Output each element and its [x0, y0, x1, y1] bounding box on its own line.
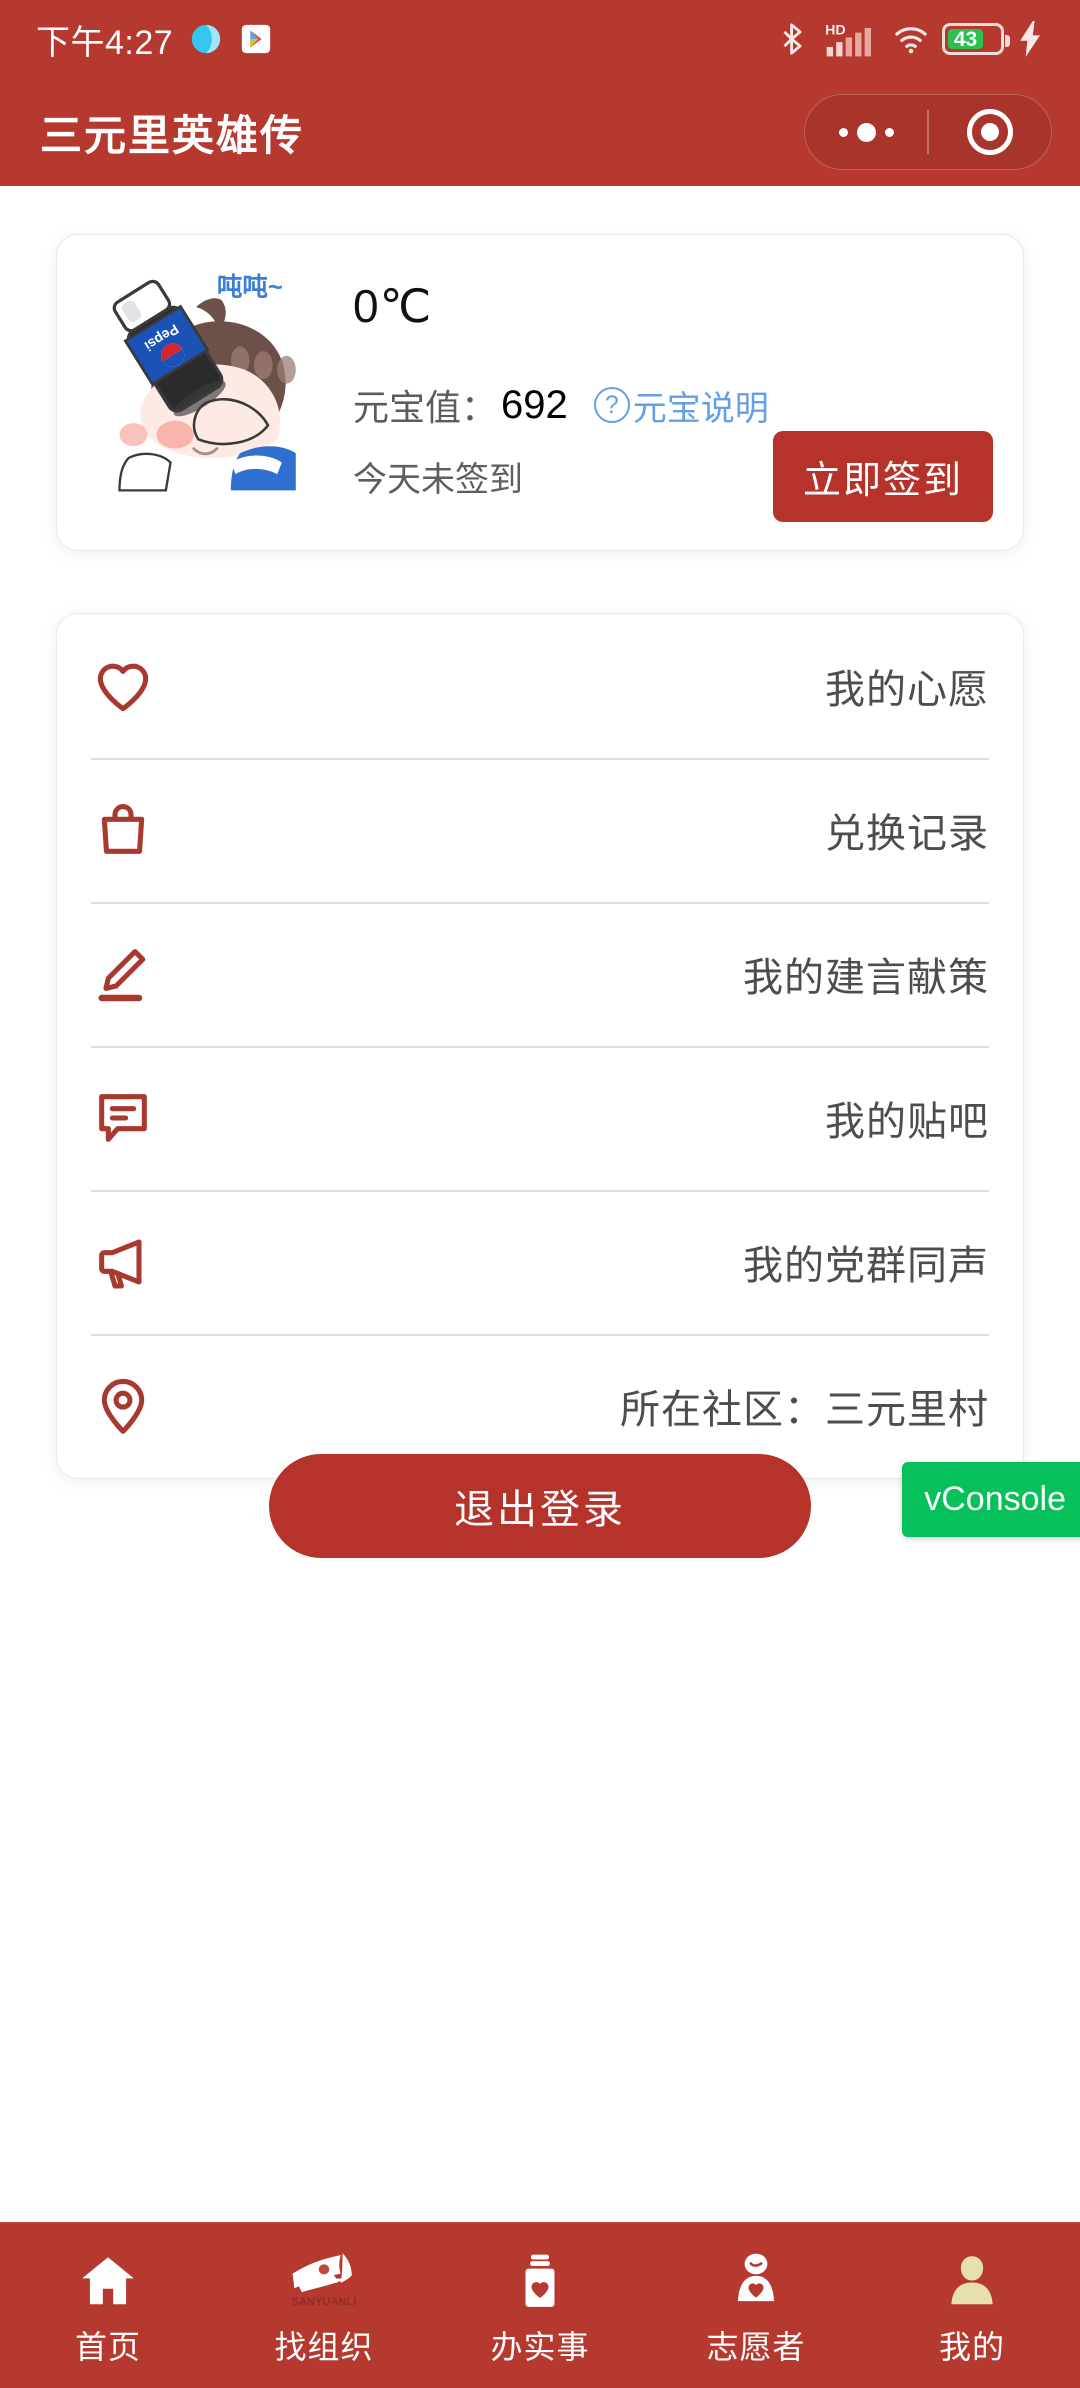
battery-indicator: 43 — [942, 23, 1010, 55]
heart-icon — [91, 654, 177, 718]
avatar-bubble-text: 吨吨~ — [217, 273, 283, 301]
signal-icon: HD — [825, 22, 871, 57]
coins-help-link[interactable]: ? 元宝说明 — [593, 381, 769, 430]
browser-icon — [192, 24, 221, 54]
tab-mine[interactable]: 我的 — [864, 2244, 1080, 2368]
temperature: 0℃ — [353, 280, 433, 332]
menu-card: 我的心愿 兑换记录 我的建言献策 我的贴吧 我的党群同声 所在社区：三元里村 — [56, 613, 1024, 1479]
page-title: 三元里英雄传 — [40, 111, 305, 159]
bag-icon — [91, 798, 177, 862]
menu-item-exchange-records[interactable]: 兑换记录 — [91, 758, 989, 902]
status-bar-right: HD 43 — [776, 20, 1044, 58]
tab-label: 首页 — [74, 2328, 141, 2365]
vconsole-button[interactable]: vConsole — [902, 1462, 1080, 1537]
sign-in-row: 今天未签到 立即签到 — [353, 431, 993, 522]
coins-row: 元宝值： 692 ? 元宝说明 — [353, 379, 993, 431]
profile-card: Pepsi 吨吨~ 0℃ 元宝值： 692 ? 元宝说明 今天未签到 立即签到 — [56, 234, 1024, 551]
status-bar: 下午4:27 HD 43 — [0, 0, 1080, 78]
menu-item-wishes[interactable]: 我的心愿 — [91, 614, 989, 758]
wifi-icon — [895, 27, 927, 54]
tab-services[interactable]: 办实事 — [432, 2244, 648, 2368]
tab-label: 我的 — [938, 2328, 1005, 2365]
battery-level: 43 — [953, 27, 978, 51]
tab-home[interactable]: 首页 — [0, 2244, 216, 2368]
volunteer-icon — [725, 2244, 787, 2312]
tab-find-organization[interactable]: SANYUANLI 找组织 — [216, 2244, 432, 2368]
logo-text: SANYUANLI — [292, 2296, 357, 2308]
profile-info: 0℃ 元宝值： 692 ? 元宝说明 今天未签到 立即签到 — [319, 263, 993, 522]
flag-logo-icon: SANYUANLI — [287, 2244, 361, 2312]
tab-label: 志愿者 — [706, 2328, 806, 2365]
megaphone-icon — [91, 1230, 177, 1294]
location-icon — [91, 1374, 177, 1438]
actions-row: 退出登录 vConsole — [0, 1454, 1080, 1558]
coins-help-label: 元宝说明 — [632, 389, 769, 428]
status-time: 下午4:27 — [36, 23, 174, 62]
sign-in-button[interactable]: 立即签到 — [772, 431, 993, 522]
tab-label: 办实事 — [490, 2328, 590, 2365]
page-body: Pepsi 吨吨~ 0℃ 元宝值： 692 ? 元宝说明 今天未签到 立即签到 … — [0, 234, 1080, 2388]
home-icon — [77, 2244, 139, 2312]
menu-item-label: 所在社区：三元里村 — [620, 1388, 989, 1432]
menu-item-label: 兑换记录 — [825, 812, 989, 856]
status-bar-left: 下午4:27 — [36, 15, 776, 64]
bottom-tab-bar: 首页 SANYUANLI 找组织 办实事 志愿者 我的 — [0, 2222, 1080, 2388]
question-circle-icon: ? — [593, 387, 630, 423]
target-icon — [966, 109, 1013, 155]
avatar-illustration: Pepsi 吨吨~ — [87, 263, 319, 495]
coins-value: 692 — [501, 382, 568, 427]
menu-item-label: 我的心愿 — [825, 668, 989, 712]
pencil-icon — [91, 942, 177, 1006]
logout-button[interactable]: 退出登录 — [269, 1454, 811, 1558]
tab-label: 找组织 — [274, 2328, 374, 2365]
menu-item-label: 我的建言献策 — [743, 956, 989, 1000]
jar-heart-icon — [509, 2244, 571, 2312]
play-store-icon — [242, 24, 271, 54]
svg-text:HD: HD — [825, 22, 846, 38]
app-header: 三元里英雄传 — [0, 78, 1080, 186]
avatar[interactable]: Pepsi 吨吨~ — [87, 263, 319, 495]
menu-item-label: 我的党群同声 — [743, 1244, 989, 1288]
wechat-capsule[interactable] — [804, 94, 1052, 170]
battery-fill: 43 — [948, 27, 983, 51]
comment-icon — [91, 1086, 177, 1150]
menu-item-label: 我的贴吧 — [825, 1100, 989, 1144]
menu-item-forum[interactable]: 我的贴吧 — [91, 1046, 989, 1190]
charging-bolt-icon — [1020, 21, 1040, 57]
more-dots-icon — [838, 122, 894, 142]
sign-in-status: 今天未签到 — [353, 461, 523, 499]
tab-volunteer[interactable]: 志愿者 — [648, 2244, 864, 2368]
close-miniprogram-button[interactable] — [929, 109, 1051, 155]
menu-item-party-voice[interactable]: 我的党群同声 — [91, 1190, 989, 1334]
more-button[interactable] — [805, 122, 927, 142]
person-icon — [941, 2244, 1003, 2312]
bluetooth-icon — [783, 23, 802, 55]
menu-item-suggestions[interactable]: 我的建言献策 — [91, 902, 989, 1046]
coins-label: 元宝值： — [353, 387, 498, 428]
